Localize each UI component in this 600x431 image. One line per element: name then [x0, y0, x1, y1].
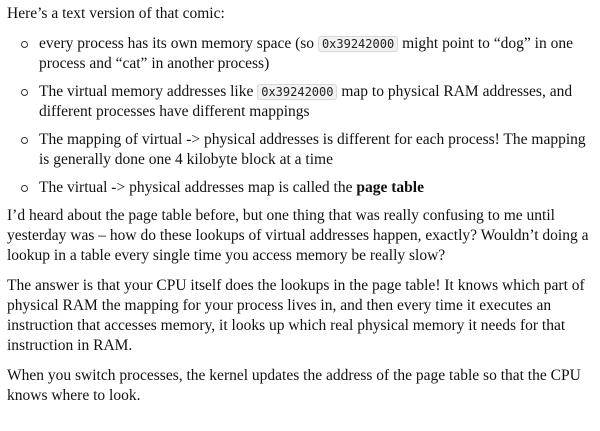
- list-item: The mapping of virtual -> physical addre…: [21, 130, 594, 170]
- bullet-icon: [21, 185, 28, 192]
- paragraph: When you switch processes, the kernel up…: [7, 367, 581, 404]
- bullet-icon: [21, 89, 28, 96]
- list-item-text: The virtual -> physical addresses map is…: [39, 179, 357, 196]
- list-item: The virtual -> physical addresses map is…: [21, 178, 594, 198]
- list-item-text: The virtual memory addresses like: [39, 83, 258, 100]
- list-item-text: every process has its own memory space (…: [39, 35, 318, 52]
- list-item: The virtual memory addresses like 0x3924…: [21, 82, 594, 122]
- list-item: every process has its own memory space (…: [21, 34, 594, 74]
- page-table-term: page table: [356, 179, 424, 196]
- summary-list: every process has its own memory space (…: [7, 34, 594, 198]
- intro-text: Here’s a text version of that comic:: [7, 5, 225, 22]
- paragraph: The answer is that your CPU itself does …: [7, 277, 585, 354]
- address-code: 0x39242000: [317, 36, 399, 52]
- list-item-text: The mapping of virtual -> physical addre…: [39, 131, 586, 168]
- bullet-icon: [21, 41, 28, 48]
- article-body: Here’s a text version of that comic: eve…: [0, 0, 600, 406]
- bullet-icon: [21, 137, 28, 144]
- address-code: 0x39242000: [257, 84, 338, 100]
- paragraph: I’d heard about the page table before, b…: [7, 207, 589, 264]
